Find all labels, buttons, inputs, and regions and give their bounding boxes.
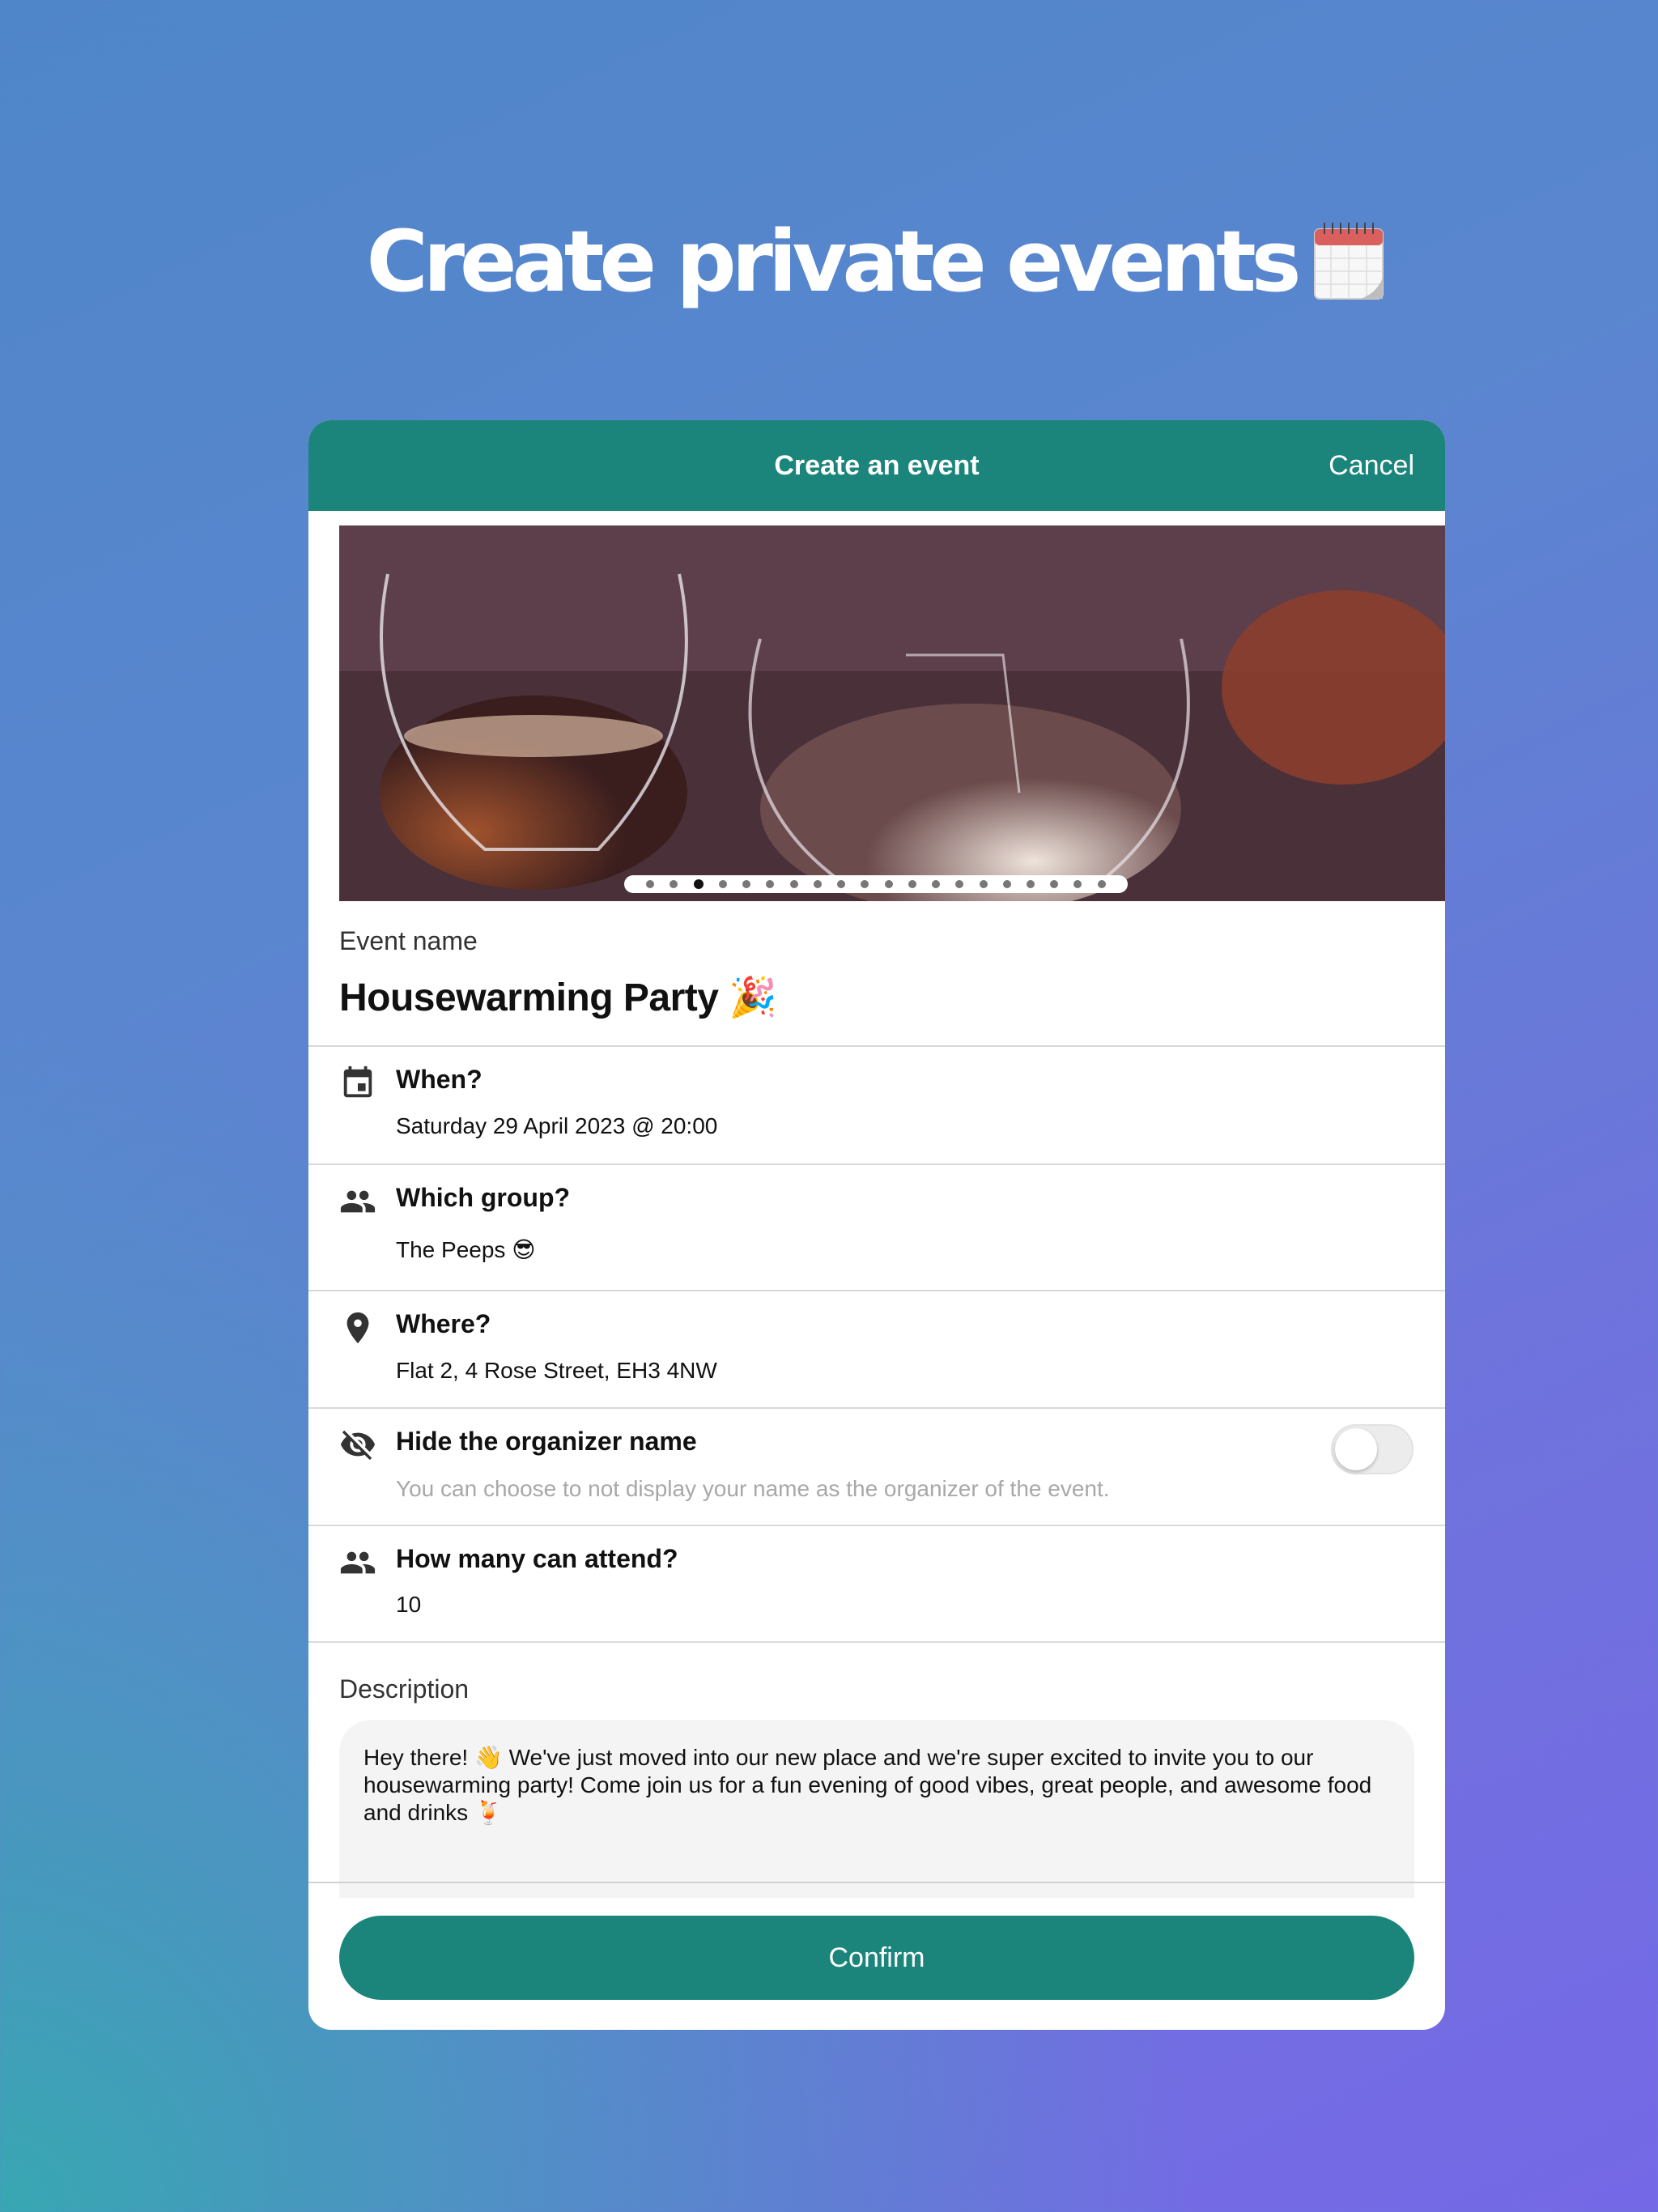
carousel-dot[interactable]: [1026, 880, 1035, 888]
toggle-knob: [1335, 1428, 1377, 1470]
eye-off-icon: [339, 1426, 376, 1463]
hide-organizer-toggle[interactable]: [1331, 1424, 1414, 1474]
hide-organizer-hint: You can choose to not display your name …: [396, 1476, 1110, 1501]
carousel-dot[interactable]: [718, 880, 727, 888]
capacity-title: How many can attend?: [396, 1544, 678, 1573]
group-title: Which group?: [396, 1183, 571, 1212]
carousel-dot[interactable]: [908, 880, 916, 888]
drinks-photo: [339, 525, 1445, 901]
headline-text: Create private events: [366, 212, 1301, 311]
confirm-button[interactable]: Confirm: [339, 1916, 1414, 2000]
page-headline: Create private events: [0, 212, 1658, 311]
where-value[interactable]: Flat 2, 4 Rose Street, EH3 4NW: [396, 1358, 717, 1384]
calendar-emoji-icon: [1312, 221, 1386, 302]
divider: [308, 1163, 1445, 1165]
where-title: Where?: [396, 1309, 491, 1338]
footer-divider: [308, 1882, 1445, 1883]
when-value[interactable]: Saturday 29 April 2023 @ 20:00: [396, 1113, 717, 1139]
carousel-dot[interactable]: [646, 880, 655, 888]
people-icon: [339, 1544, 376, 1581]
carousel-indicator[interactable]: [624, 875, 1128, 893]
calendar-icon: [339, 1065, 376, 1102]
carousel-dot[interactable]: [1097, 880, 1106, 888]
carousel-dot[interactable]: [861, 880, 869, 888]
carousel-dot[interactable]: [1002, 880, 1011, 888]
divider: [308, 1525, 1445, 1526]
divider: [308, 1290, 1445, 1291]
description-textarea[interactable]: Hey there! 👋 We've just moved into our n…: [339, 1720, 1414, 1898]
carousel-dot[interactable]: [813, 880, 822, 888]
description-label: Description: [339, 1674, 470, 1704]
capacity-value[interactable]: 10: [396, 1592, 421, 1618]
carousel-dot[interactable]: [693, 879, 704, 889]
carousel-dot[interactable]: [955, 880, 964, 888]
location-pin-icon: [339, 1309, 376, 1346]
people-icon: [339, 1183, 376, 1220]
carousel-dot[interactable]: [789, 880, 798, 888]
carousel-dot[interactable]: [884, 880, 893, 888]
event-name-label: Event name: [339, 926, 478, 955]
cancel-button[interactable]: Cancel: [1329, 420, 1414, 511]
divider: [308, 1045, 1445, 1047]
carousel-dot[interactable]: [1050, 880, 1059, 888]
carousel-dot[interactable]: [932, 880, 941, 888]
carousel-dot[interactable]: [837, 880, 846, 888]
divider: [308, 1407, 1445, 1409]
hide-organizer-title: Hide the organizer name: [396, 1427, 697, 1456]
carousel-dot[interactable]: [1073, 880, 1082, 888]
carousel-dot[interactable]: [670, 880, 678, 888]
carousel-dot[interactable]: [766, 880, 775, 888]
event-cover-image[interactable]: [339, 525, 1445, 901]
when-title: When?: [396, 1065, 483, 1094]
carousel-dot[interactable]: [979, 880, 988, 888]
card-title: Create an event: [774, 449, 980, 481]
card-header: Create an event Cancel: [308, 420, 1445, 511]
group-value[interactable]: The Peeps 😎: [396, 1236, 535, 1263]
event-name-value[interactable]: Housewarming Party 🎉: [339, 974, 777, 1020]
carousel-dot[interactable]: [742, 880, 751, 888]
divider: [308, 1641, 1445, 1643]
create-event-card: Create an event Cancel Event name Housew…: [308, 420, 1445, 2030]
